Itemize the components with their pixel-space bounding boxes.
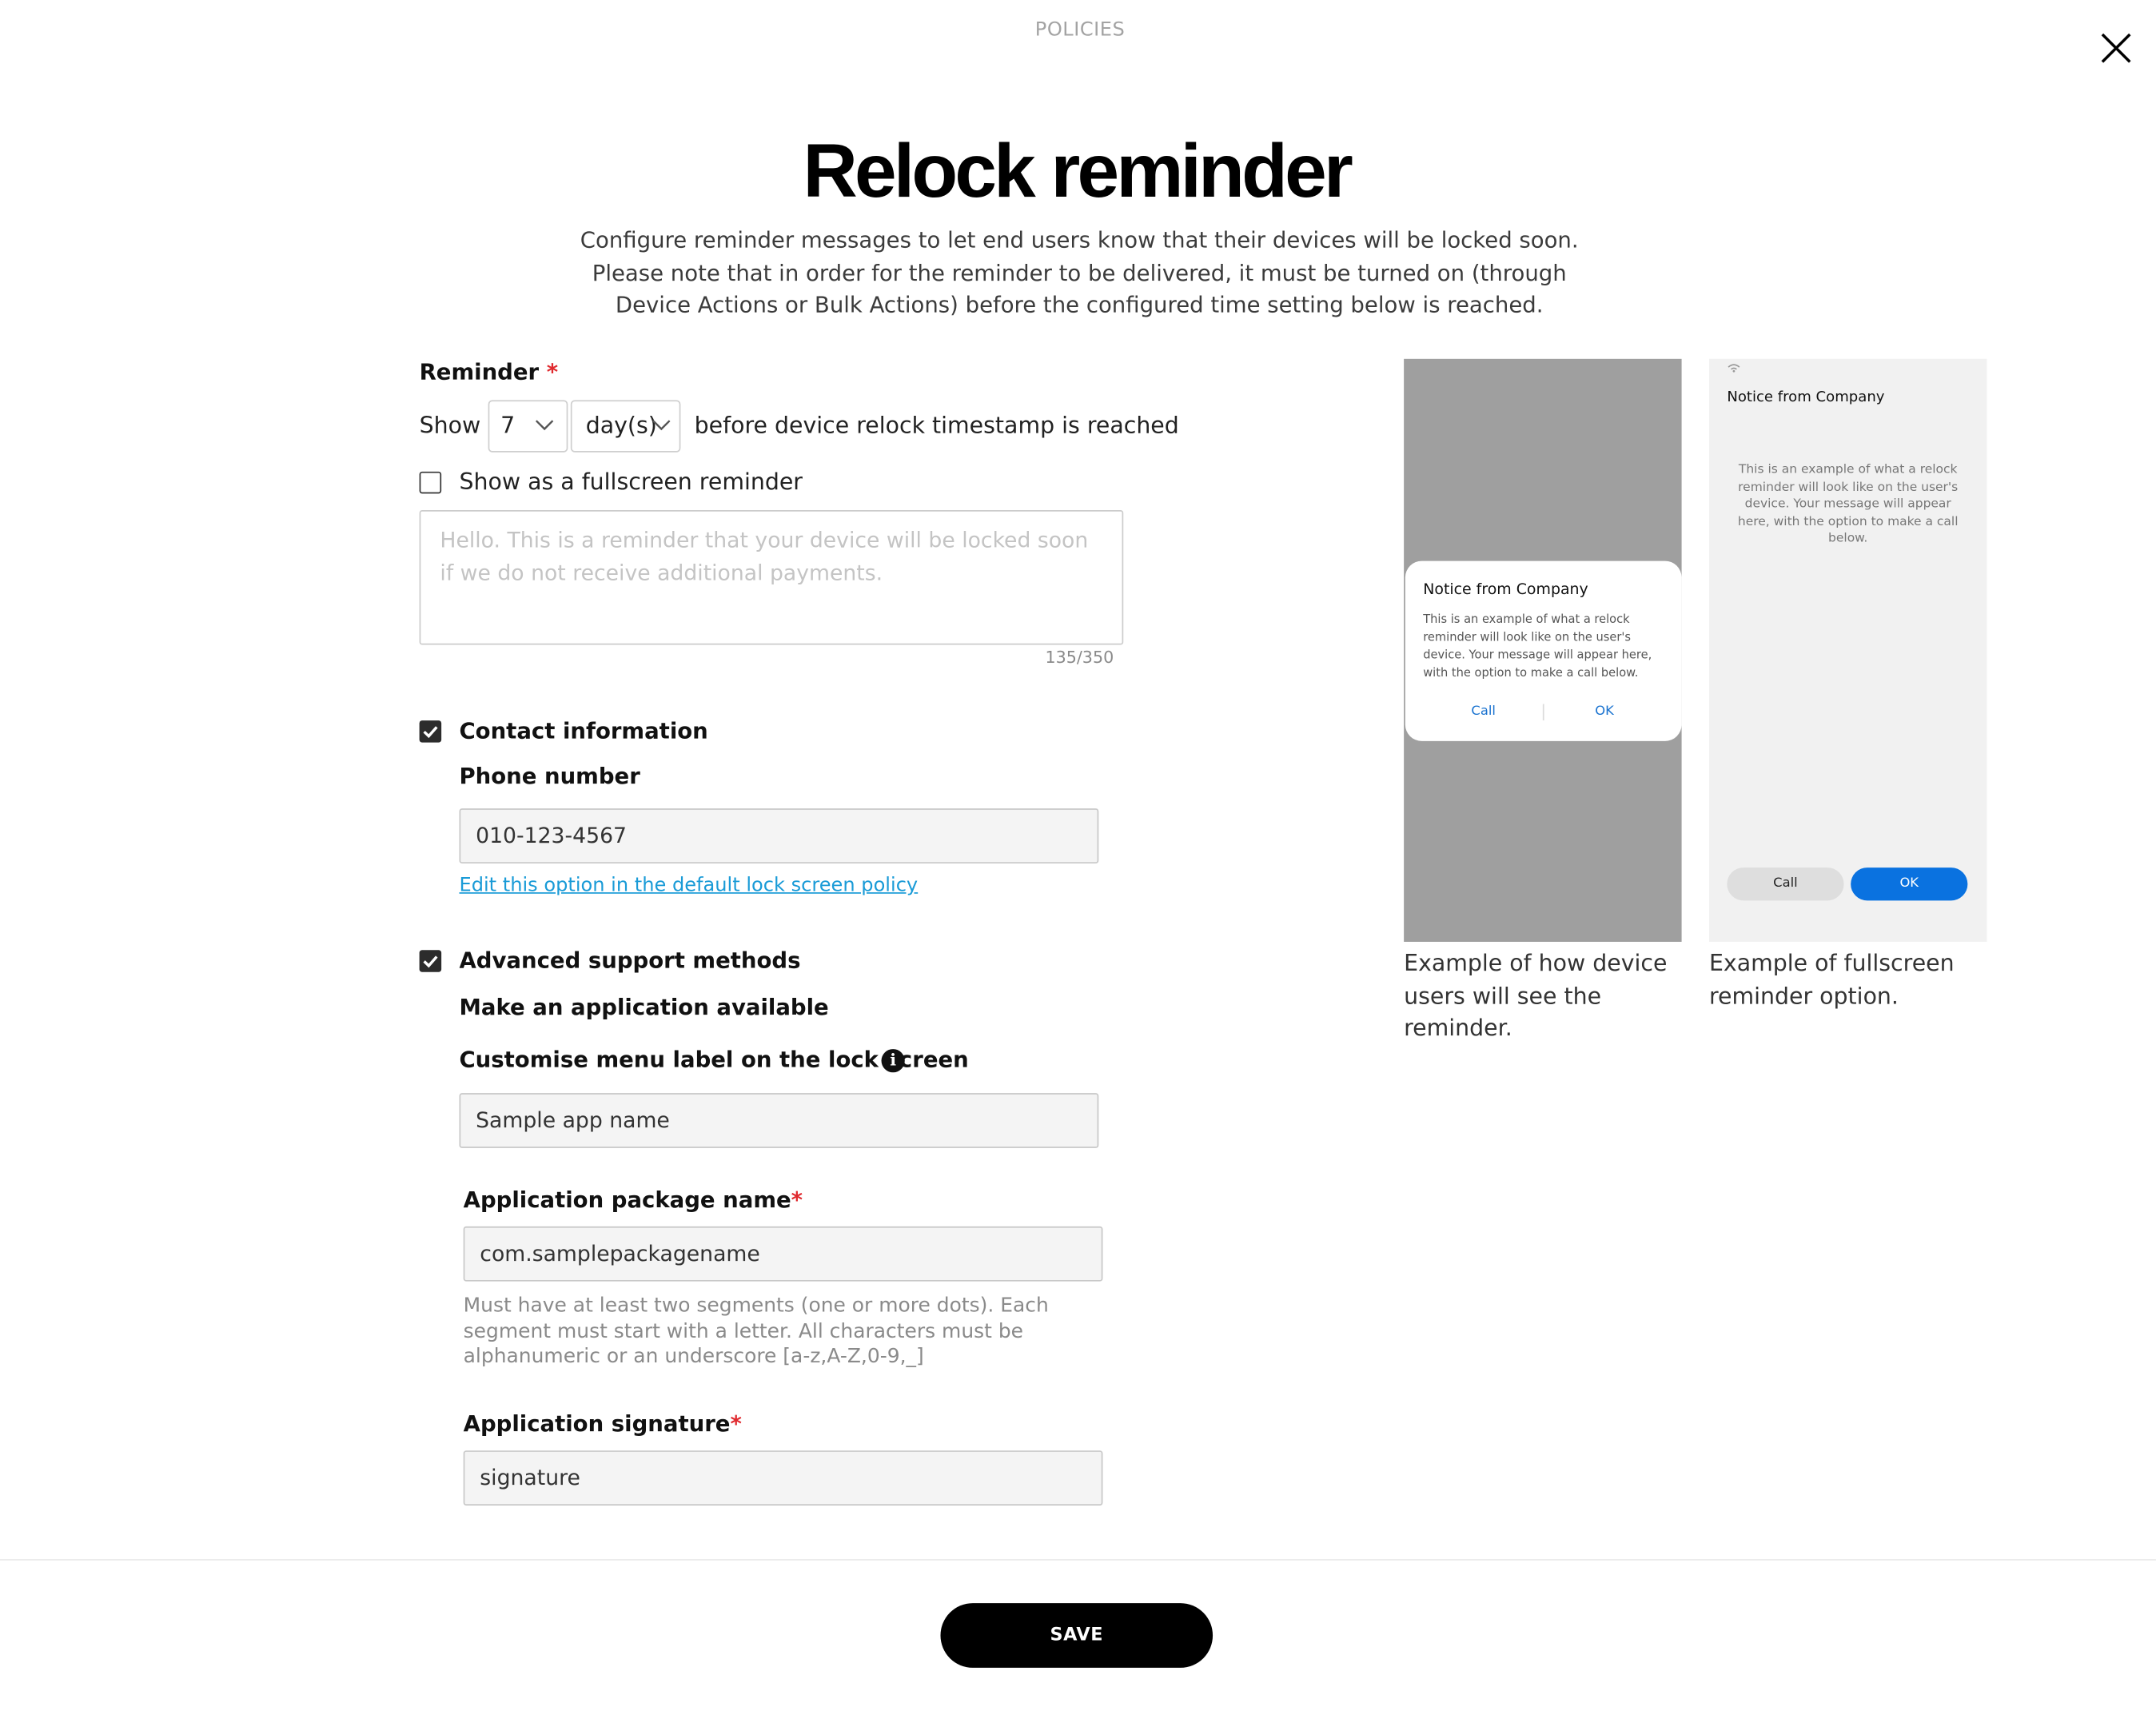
preview-divider (1542, 704, 1544, 721)
page-description: Configure reminder messages to let end u… (580, 226, 1579, 318)
package-name-value: com.samplepackagename (480, 1241, 760, 1266)
fullscreen-call-button: Call (1727, 867, 1844, 901)
required-mark: * (546, 358, 559, 385)
phone-number-label: Phone number (459, 763, 640, 790)
fullscreen-label: Show as a fullscreen reminder (459, 469, 803, 496)
preview-dialog-body: This is an example of what a relock remi… (1423, 612, 1652, 681)
check-icon (423, 726, 438, 739)
fullscreen-preview-caption: Example of fullscreen reminder option. (1708, 950, 1955, 1009)
signature-label: Application signature* (464, 1410, 742, 1437)
contact-info-label: Contact information (459, 717, 708, 744)
required-mark: * (730, 1410, 742, 1438)
reminder-count-value: 7 (500, 412, 516, 439)
fullscreen-preview-image: Notice from Company This is an example o… (1708, 358, 1987, 942)
reminder-label-text: Reminder (419, 358, 540, 385)
preview-dialog: Notice from Company This is an example o… (1405, 560, 1682, 741)
signature-value: signature (480, 1466, 580, 1491)
footer-divider (0, 1559, 2156, 1561)
app-available-label: Make an application available (459, 994, 829, 1020)
package-name-input[interactable]: com.samplepackagename (463, 1226, 1103, 1282)
advanced-support-label: Advanced support methods (459, 947, 801, 974)
check-icon (423, 955, 438, 968)
required-mark: * (791, 1187, 803, 1213)
menu-label-input[interactable]: Sample app name (459, 1093, 1099, 1148)
dialog-preview-caption: Example of how device users will see the… (1404, 950, 1668, 1041)
chevron-down-icon (535, 420, 554, 431)
wifi-icon (1728, 364, 1740, 373)
contact-info-checkbox[interactable] (419, 720, 442, 743)
fullscreen-preview-body: This is an example of what a relock remi… (1737, 463, 1959, 546)
section-label: POLICIES (1034, 19, 1126, 42)
fullscreen-checkbox[interactable] (419, 471, 442, 494)
char-counter: 135/350 (1045, 647, 1114, 668)
package-name-helper: Must have at least two segments (one or … (463, 1294, 1049, 1369)
save-button[interactable]: SAVE (940, 1603, 1213, 1668)
phone-number-value: 010-123-4567 (476, 824, 628, 849)
reminder-label: Reminder * (420, 359, 559, 385)
advanced-support-checkbox[interactable] (419, 950, 442, 972)
chevron-down-icon (652, 420, 671, 431)
edit-lock-screen-policy-link[interactable]: Edit this option in the default lock scr… (459, 875, 918, 897)
menu-label-value: Sample app name (476, 1108, 670, 1133)
signature-label-text: Application signature (463, 1410, 731, 1438)
package-name-label-text: Application package name (463, 1187, 791, 1213)
reminder-count-select[interactable]: 7 (488, 400, 568, 453)
package-name-label: Application package name* (464, 1187, 803, 1213)
phone-number-input[interactable]: 010-123-4567 (459, 808, 1099, 864)
show-label: Show (419, 412, 481, 439)
signature-input[interactable]: signature (463, 1450, 1103, 1506)
reminder-message-placeholder: Hello. This is a reminder that your devi… (440, 528, 1089, 586)
preview-ok-button: OK (1595, 704, 1614, 720)
close-button[interactable] (2093, 25, 2139, 71)
fullscreen-preview-title: Notice from Company (1727, 389, 1885, 406)
preview-call-button: Call (1471, 704, 1496, 720)
preview-dialog-title: Notice from Company (1423, 580, 1588, 599)
reminder-message-input[interactable]: Hello. This is a reminder that your devi… (419, 509, 1124, 645)
info-icon[interactable]: i (881, 1049, 905, 1073)
reminder-suffix: before device relock timestamp is reache… (694, 412, 1179, 439)
reminder-unit-select[interactable]: day(s) (570, 400, 681, 453)
page-title: Relock reminder (803, 127, 1353, 213)
close-icon (2101, 33, 2131, 63)
reminder-unit-value: day(s) (585, 412, 657, 439)
fullscreen-ok-button: OK (1851, 867, 1968, 901)
